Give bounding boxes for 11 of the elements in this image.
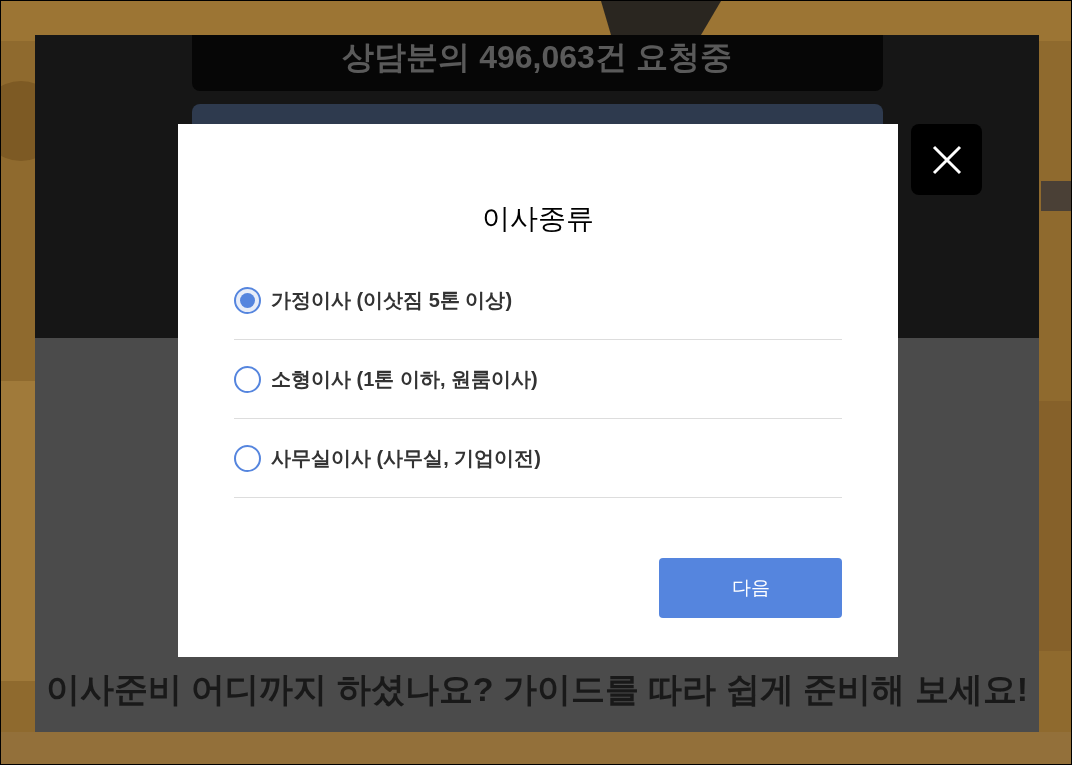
close-button[interactable] bbox=[911, 124, 982, 195]
close-icon bbox=[931, 144, 962, 175]
next-button[interactable]: 다음 bbox=[659, 558, 842, 618]
option-label: 가정이사 (이삿짐 5톤 이상) bbox=[271, 288, 513, 313]
radio-button[interactable] bbox=[234, 444, 261, 472]
radio-button[interactable] bbox=[234, 365, 261, 393]
request-counter: 상담분의 496,063건 요청중 bbox=[342, 38, 732, 77]
option-label: 소형이사 (1톤 이하, 원룸이사) bbox=[271, 367, 538, 392]
dialog-title: 이사종류 bbox=[481, 202, 595, 236]
option-label: 사무실이사 (사무실, 기업이전) bbox=[271, 446, 541, 471]
radio-button[interactable] bbox=[234, 286, 261, 314]
